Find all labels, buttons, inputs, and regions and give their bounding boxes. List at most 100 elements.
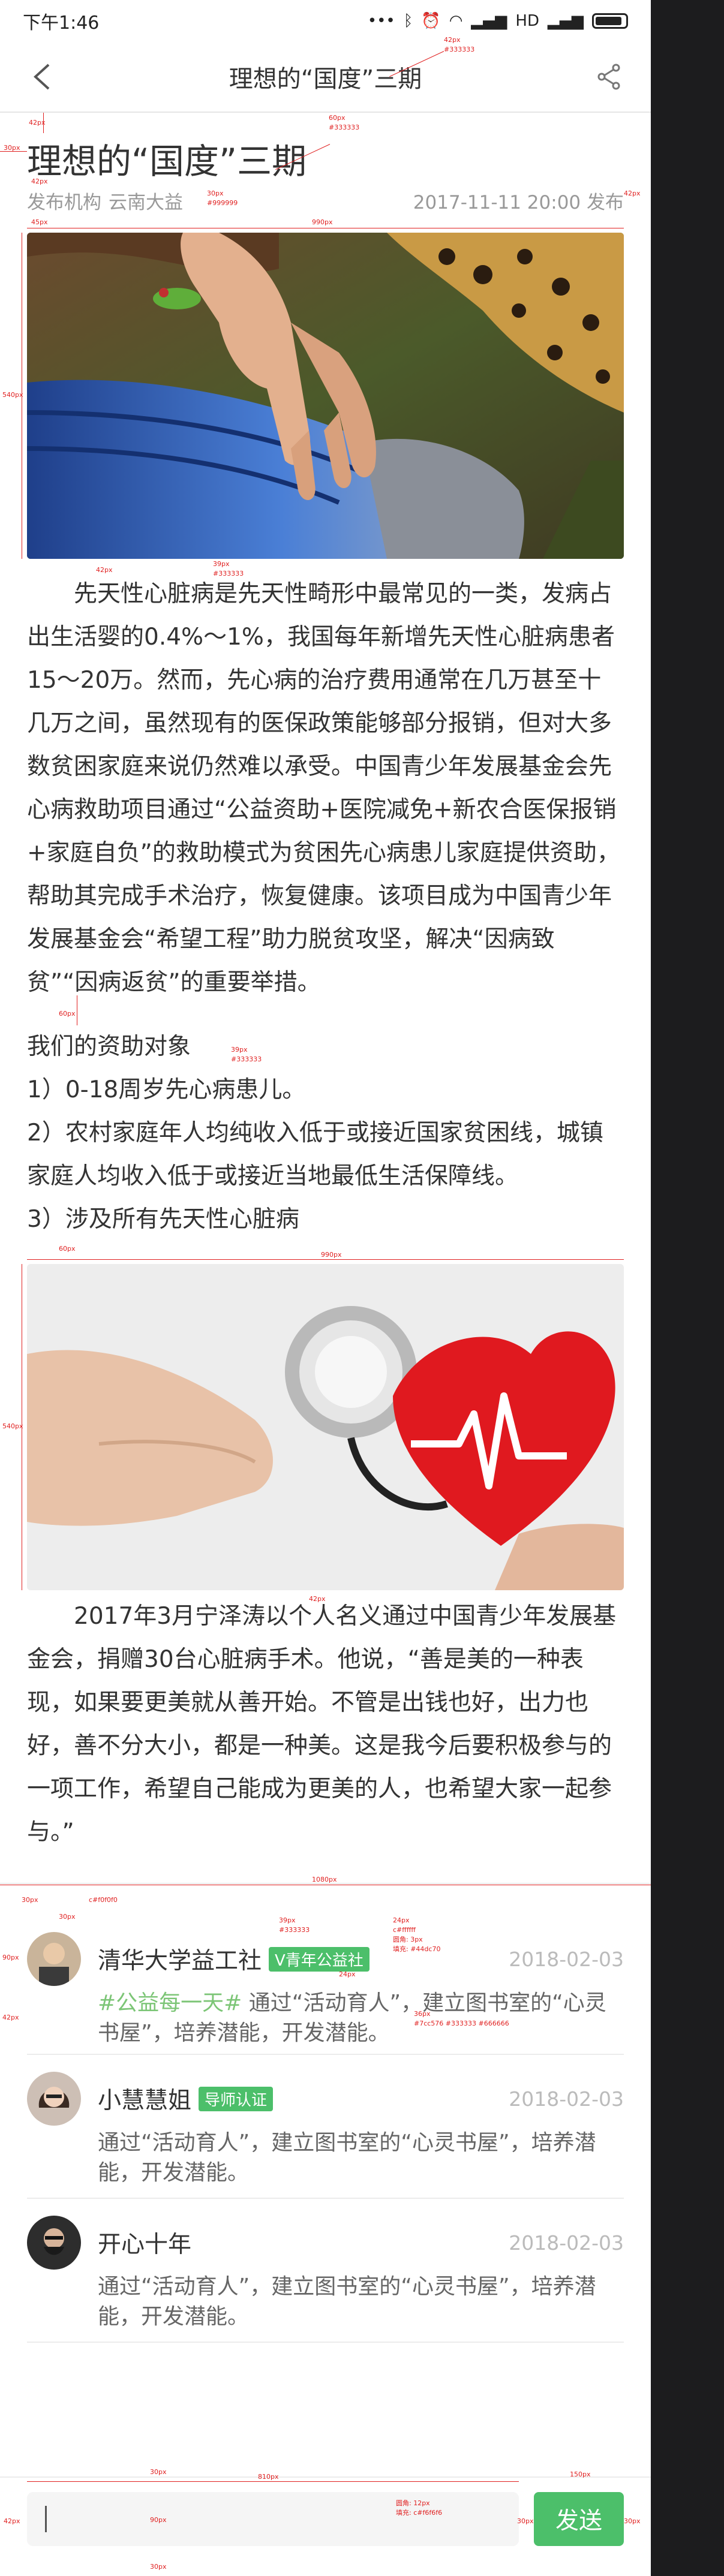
annotation: 42px (96, 566, 113, 574)
design-spec-margin (651, 0, 724, 2576)
annotation: 990px (312, 218, 333, 226)
annotation: 42px (31, 177, 48, 185)
comment-date: 2018-02-03 (509, 2231, 624, 2255)
comment-text: 通过“活动育人”，建立图书室的“心灵书屋”，培养潜能，开发潜能。 (98, 2130, 596, 2185)
annotation-line (43, 113, 44, 133)
bluetooth-icon: ᛒ (403, 12, 413, 30)
annotation: c#f0f0f0 (89, 1896, 118, 1904)
annotation: #7cc576 #333333 #666666 (414, 2020, 509, 2027)
comment-item[interactable]: 开心十年 2018-02-03 通过“活动育人”，建立图书室的“心灵书屋”，培养… (27, 2216, 624, 2332)
annotation: 42px (309, 1595, 326, 1603)
list-item: 2）农村家庭年人均纯收入低于或接近国家贫困线，城镇家庭人均收入低于或接近当地最低… (27, 1120, 603, 1190)
comment-author[interactable]: 清华大学益工社 (98, 1942, 262, 1976)
status-bar: 下午1:46 ••• ᛒ ⏰ ◠ ▂▄▆ HD ▂▄▆ (0, 0, 651, 42)
annotation: 45px (31, 218, 48, 226)
alarm-icon: ⏰ (421, 12, 441, 30)
phone-screen: 下午1:46 ••• ᛒ ⏰ ◠ ▂▄▆ HD ▂▄▆ 理想的“国度”三期 理想… (0, 0, 651, 2576)
avatar[interactable] (27, 1932, 81, 1986)
annotation: 810px (258, 2473, 279, 2481)
hand-wildlife-illustration (27, 233, 624, 559)
comment-input[interactable] (27, 2492, 519, 2546)
comment-divider (27, 2342, 624, 2343)
annotation: 150px (570, 2470, 591, 2478)
share-icon (597, 64, 620, 90)
annotation: 30px (150, 2468, 167, 2476)
stethoscope-heart-illustration (27, 1264, 624, 1590)
annotation: c#ffffff (393, 1926, 416, 1934)
back-button[interactable] (24, 59, 60, 95)
comment-text-block: #公益每一天# 通过“活动育人”，建立图书室的“心灵书屋”，培养潜能，开发潜能。 (98, 1988, 624, 2048)
annotation: #999999 (207, 199, 238, 207)
list-title: 我们的资助对象 (27, 1033, 191, 1060)
mentor-tag: 导师认证 (199, 2086, 274, 2111)
funding-target-list: 我们的资助对象 1）0-18周岁先心病患儿。 2）农村家庭年人均纯收入低于或接近… (27, 1025, 624, 1241)
annotation: 60px (59, 1010, 76, 1018)
comment-divider (27, 2054, 624, 2055)
annotation: 90px (2, 1954, 19, 1961)
list-item: 3）涉及所有先天性心脏病 (27, 1206, 299, 1233)
status-time: 下午1:46 (23, 13, 100, 34)
annotation: 30px (59, 1913, 76, 1921)
comment-input-bar: 发送 (0, 2476, 651, 2560)
annotation: 30px (150, 2563, 167, 2571)
comment-date: 2018-02-03 (509, 2087, 624, 2111)
list-item: 1）0-18周岁先心病患儿。 (27, 1076, 306, 1103)
annotation: 24px (339, 1970, 356, 1978)
annotation: 填充: c#f6f6f6 (396, 2509, 443, 2517)
comment-hashtag[interactable]: #公益每一天# (98, 1991, 242, 2015)
annotation-line (27, 2481, 519, 2482)
comment-text: 通过“活动育人”，建立图书室的“心灵书屋”，培养潜能，开发潜能。 (98, 2274, 596, 2329)
article-paragraph-1: 先天性心脏病是先天性畸形中最常见的一类，发病占出生活婴的0.4%～1%，我国每年… (27, 580, 620, 996)
article-image-hand-wildlife (27, 233, 624, 559)
comment-divider (27, 2198, 624, 2199)
comment-item[interactable]: 小慧慧姐 导师认证 2018-02-03 通过“活动育人”，建立图书室的“心灵书… (27, 2072, 624, 2188)
annotation: 990px (321, 1251, 342, 1259)
annotation: 30px (22, 1896, 38, 1904)
annotation: #333333 (213, 570, 244, 577)
article-paragraph-2: 2017年3月宁泽涛以个人名义通过中国青少年发展基金会，捐赠30台心脏病手术。他… (27, 1603, 617, 1846)
signal-icon-2: ▂▄▆ (548, 12, 584, 30)
nav-bar: 理想的“国度”三期 (0, 42, 651, 113)
annotation: 1080px (312, 1876, 337, 1883)
annotation: 42px (624, 189, 641, 197)
annotation: 填充: #44dc70 (393, 1945, 441, 1953)
annotation: 24px (393, 1916, 410, 1924)
annotation: #333333 (329, 124, 360, 131)
annotation: 圆角: 3px (393, 1936, 423, 1943)
article-meta: 发布机构 云南大益 2017-11-11 20:00 发布 (27, 187, 624, 214)
annotation: 30px (624, 2517, 641, 2525)
avatar[interactable] (27, 2216, 81, 2270)
wifi-icon: ◠ (449, 12, 463, 30)
article-image-stethoscope-heart (27, 1264, 624, 1590)
network-label: HD (515, 12, 539, 30)
annotation: 39px (279, 1916, 296, 1924)
comment-author[interactable]: 小慧慧姐 (98, 2082, 191, 2115)
annotation: #333333 (231, 1055, 262, 1063)
share-button[interactable] (591, 59, 627, 95)
nav-title: 理想的“国度”三期 (229, 65, 422, 93)
more-dots-icon: ••• (367, 12, 395, 30)
annotation-line (0, 151, 27, 152)
annotation: 60px (59, 1245, 76, 1253)
avatar[interactable] (27, 2072, 81, 2126)
org-name[interactable]: 云南大益 (109, 187, 183, 214)
comment-author[interactable]: 开心十年 (98, 2226, 191, 2259)
comment-date: 2018-02-03 (509, 1947, 624, 1971)
annotation: 42px (2, 2014, 19, 2021)
article-title: 理想的“国度”三期 (27, 141, 307, 182)
annotation: 30px (517, 2517, 534, 2525)
annotation: 540px (2, 1422, 23, 1430)
annotation: 圆角: 12px (396, 2499, 430, 2507)
signal-icon: ▂▄▆ (471, 12, 507, 30)
annotation: 39px (231, 1046, 248, 1054)
send-button[interactable]: 发送 (534, 2492, 624, 2546)
annotation: 60px (329, 114, 346, 122)
annotation: #333333 (444, 46, 475, 53)
status-icons: ••• ᛒ ⏰ ◠ ▂▄▆ HD ▂▄▆ (368, 12, 628, 30)
org-label: 发布机构 (27, 192, 101, 213)
verified-tag: V青年公益社 (269, 1946, 369, 1972)
comment-item[interactable]: 清华大学益工社 V青年公益社 2018-02-03 #公益每一天# 通过“活动育… (27, 1932, 624, 2048)
annotation: 540px (2, 391, 23, 399)
chevron-left-icon (34, 64, 50, 90)
publish-date: 2017-11-11 20:00 发布 (413, 192, 624, 213)
